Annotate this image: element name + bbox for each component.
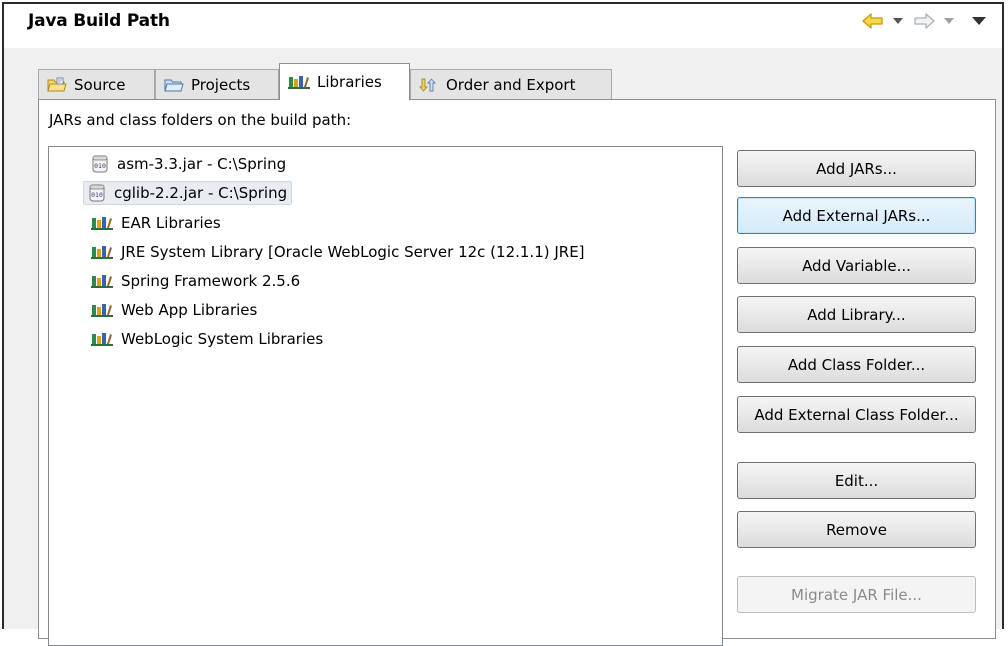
navigation-toolbar [862, 9, 992, 33]
migrate-jar-file-button: Migrate JAR File... [737, 576, 976, 613]
source-folder-icon [47, 77, 67, 93]
dialog-header: Java Build Path [4, 4, 1002, 48]
jar-icon: 010 [91, 155, 109, 173]
add-external-class-folder-button[interactable]: Add External Class Folder... [737, 396, 976, 433]
library-icon [91, 273, 113, 289]
tab-source[interactable]: Source [38, 69, 155, 99]
add-library-button[interactable]: Add Library... [737, 296, 976, 333]
list-item-label: asm-3.3.jar - C:\Spring [117, 155, 287, 173]
forward-history-dropdown-icon[interactable] [944, 18, 954, 24]
add-class-folder-button[interactable]: Add Class Folder... [737, 346, 976, 383]
view-menu-icon[interactable] [972, 17, 986, 25]
order-export-icon [419, 77, 439, 93]
back-history-dropdown-icon[interactable] [893, 18, 903, 24]
library-icon [288, 74, 310, 90]
list-item[interactable]: 010 asm-3.3.jar - C:\Spring [87, 152, 290, 176]
page-title: Java Build Path [28, 11, 170, 31]
list-item-label: JRE System Library [Oracle WebLogic Serv… [121, 243, 585, 261]
tab-projects-label: Projects [191, 75, 251, 94]
tab-order-and-export[interactable]: Order and Export [410, 69, 612, 99]
libraries-panel-label: JARs and class folders on the build path… [49, 111, 352, 129]
list-item-label: Web App Libraries [121, 301, 258, 319]
build-path-tree[interactable]: 010 asm-3.3.jar - C:\Spring 010 cglib-2.… [48, 146, 723, 646]
tab-libraries-label: Libraries [317, 73, 382, 91]
add-jars-button[interactable]: Add JARs... [737, 150, 976, 187]
list-item-label: EAR Libraries [121, 214, 221, 232]
list-item[interactable]: WebLogic System Libraries [87, 327, 327, 351]
list-item[interactable]: EAR Libraries [87, 211, 225, 235]
list-item[interactable]: Web App Libraries [87, 298, 261, 322]
list-item-label: Spring Framework 2.5.6 [121, 272, 301, 290]
forward-arrow-icon[interactable] [913, 12, 935, 30]
library-icon [91, 331, 113, 347]
tab-order-and-export-label: Order and Export [446, 75, 576, 94]
add-variable-button[interactable]: Add Variable... [737, 247, 976, 284]
tab-source-label: Source [74, 75, 126, 94]
list-item[interactable]: JRE System Library [Oracle WebLogic Serv… [87, 240, 589, 264]
list-item[interactable]: Spring Framework 2.5.6 [87, 269, 304, 293]
library-icon [91, 244, 113, 260]
tab-libraries[interactable]: Libraries [279, 63, 410, 100]
project-folder-icon [164, 77, 184, 93]
build-path-dialog: Java Build Path Source Projects Librarie… [2, 2, 1004, 646]
back-arrow-icon[interactable] [862, 12, 884, 30]
edit-button[interactable]: Edit... [737, 462, 976, 499]
svg-text:010: 010 [94, 162, 106, 170]
libraries-panel: JARs and class folders on the build path… [38, 99, 996, 646]
remove-button[interactable]: Remove [737, 511, 976, 548]
svg-text:010: 010 [91, 191, 103, 199]
jar-icon: 010 [88, 184, 106, 202]
list-item-label: WebLogic System Libraries [121, 330, 324, 348]
library-icon [91, 302, 113, 318]
list-item-label: cglib-2.2.jar - C:\Spring [114, 184, 288, 202]
library-icon [91, 215, 113, 231]
tab-projects[interactable]: Projects [155, 69, 279, 99]
list-item[interactable]: 010 cglib-2.2.jar - C:\Spring [83, 181, 293, 205]
add-external-jars-button[interactable]: Add External JARs... [737, 197, 976, 234]
